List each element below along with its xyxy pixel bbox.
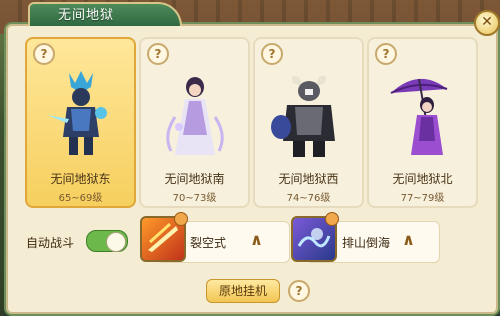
dungeon-card-south[interactable]: ? 无间地狱南 70~73级 [139,37,250,208]
dungeon-name: 无间地狱西 [278,172,339,186]
dungeon-card-east[interactable]: ? 无间地狱东 65~69级 [25,37,136,208]
slash-fire-icon[interactable] [140,212,188,262]
dungeon-name: 无间地狱南 [164,172,225,186]
dungeon-card-north[interactable]: ? 无间地狱北 77~79级 [367,37,478,208]
umbrella-maiden-character-icon [390,78,448,155]
fairy-character-icon [166,77,224,155]
skill-name-2: 排山倒海 [342,236,391,250]
dungeon-level: 77~79级 [400,193,445,204]
help-icon[interactable]: ? [33,43,55,65]
badge-dot [174,212,188,226]
panel-title: 无间地狱 [58,8,115,23]
bull-demon-character-icon [271,75,335,157]
dungeon-card-west[interactable]: ? 无间地狱西 74~76级 [253,37,364,208]
auto-battle-toggle[interactable] [86,230,128,252]
ghost-wave-icon[interactable] [291,212,339,262]
close-button[interactable]: ✕ [474,10,500,36]
dungeon-name: 无间地狱东 [50,172,111,186]
badge-dot [325,212,339,226]
close-icon: ✕ [481,14,493,30]
dungeon-level: 65~69级 [58,193,103,204]
chevron-up-icon[interactable]: ∧ [402,230,415,249]
help-icon[interactable]: ? [375,43,397,65]
chevron-up-icon[interactable]: ∧ [250,230,263,249]
skill-name-1: 裂空式 [190,236,227,250]
help-icon[interactable]: ? [261,43,283,65]
idle-here-button[interactable]: 原地挂机 [206,279,280,303]
warrior-character-icon [47,71,107,155]
auto-battle-label: 自动战斗 [26,236,75,250]
help-icon[interactable]: ? [147,43,169,65]
help-icon[interactable]: ? [288,280,310,302]
toggle-knob [106,232,126,252]
dungeon-name: 无间地狱北 [392,172,453,186]
dungeon-level: 70~73级 [172,193,217,204]
dungeon-level: 74~76级 [286,193,331,204]
